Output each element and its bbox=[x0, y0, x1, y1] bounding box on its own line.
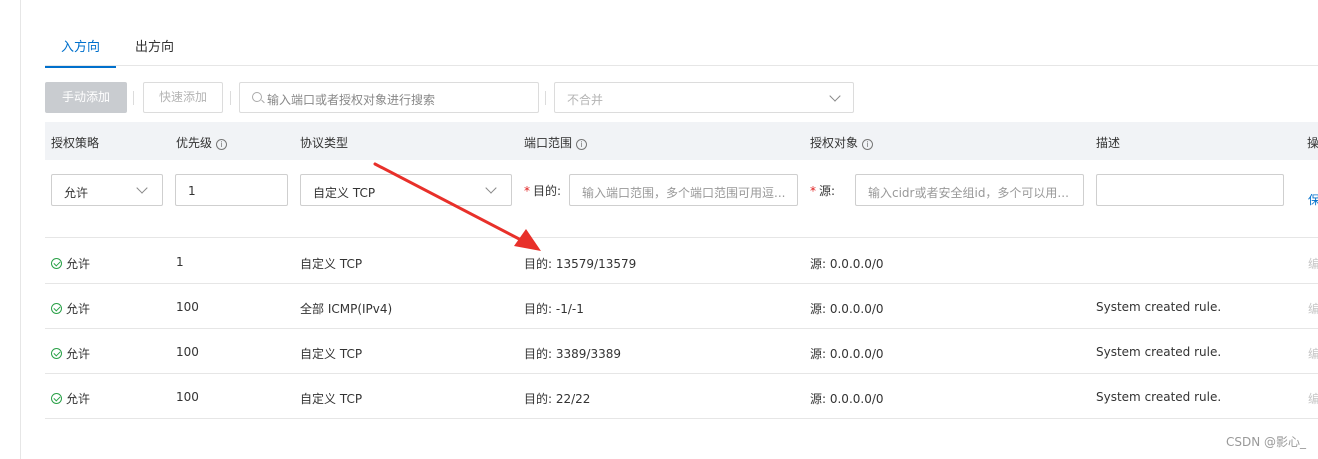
port-cell: 目的: 22/22 bbox=[524, 392, 591, 406]
policy-text: 允许 bbox=[66, 347, 91, 361]
header-priority: 优先级 i bbox=[176, 134, 228, 151]
save-link[interactable]: 保 bbox=[1308, 191, 1318, 208]
table-row: 允许 100 自定义 TCP 目的: 22/22 源: 0.0.0.0/0 Sy… bbox=[45, 374, 1318, 419]
watermark: CSDN @影心_ bbox=[1225, 435, 1306, 449]
merge-select-value: 不合并 bbox=[567, 93, 604, 107]
protocol-cell: 自定义 TCP bbox=[300, 257, 363, 271]
auth-object-input[interactable]: 输入cidr或者安全组id，多个可以用... bbox=[855, 174, 1084, 206]
direction-tabs: 入方向 出方向 bbox=[44, 28, 1318, 68]
table-row: 允许 1 自定义 TCP 目的: 13579/13579 源: 0.0.0.0/… bbox=[45, 239, 1318, 284]
info-icon[interactable]: i bbox=[216, 139, 228, 150]
policy-text: 允许 bbox=[66, 392, 91, 406]
left-divider bbox=[20, 0, 21, 459]
table-header: 授权策略 优先级 i 协议类型 端口范围 i 授权对象 i 描述 操 bbox=[45, 122, 1318, 160]
port-cell: 目的: 3389/3389 bbox=[524, 347, 621, 361]
check-circle-icon bbox=[51, 348, 62, 359]
quick-add-button[interactable]: 快速添加 bbox=[143, 82, 223, 113]
description-input[interactable] bbox=[1096, 174, 1284, 206]
header-protocol: 协议类型 bbox=[300, 136, 349, 150]
dest-label: * 目的: bbox=[524, 184, 562, 198]
header-action: 操 bbox=[1307, 136, 1318, 150]
protocol-cell: 自定义 TCP bbox=[300, 392, 363, 406]
policy-text: 允许 bbox=[66, 257, 91, 271]
policy-select[interactable]: 允许 bbox=[51, 174, 163, 206]
table-row: 允许 100 自定义 TCP 目的: 3389/3389 源: 0.0.0.0/… bbox=[45, 329, 1318, 374]
header-policy: 授权策略 bbox=[51, 136, 100, 150]
tab-outbound[interactable]: 出方向 bbox=[135, 36, 174, 55]
search-icon bbox=[252, 92, 262, 102]
policy-select-value: 允许 bbox=[64, 186, 89, 200]
priority-cell: 1 bbox=[176, 255, 184, 269]
source-cell: 源: 0.0.0.0/0 bbox=[810, 392, 884, 406]
search-input[interactable]: 输入端口或者授权对象进行搜索 bbox=[239, 82, 539, 113]
port-range-input[interactable]: 输入端口范围，多个端口范围可用逗... bbox=[569, 174, 798, 206]
edit-link[interactable]: 编 bbox=[1308, 255, 1318, 272]
toolbar-separator bbox=[133, 91, 134, 105]
priority-cell: 100 bbox=[176, 300, 199, 314]
header-port-range: 端口范围 i bbox=[524, 134, 588, 151]
port-cell: 目的: -1/-1 bbox=[524, 302, 584, 316]
protocol-cell: 全部 ICMP(IPv4) bbox=[300, 302, 393, 316]
protocol-select-value: 自定义 TCP bbox=[313, 186, 376, 200]
toolbar-separator bbox=[230, 91, 231, 105]
dest-label-text: 目的: bbox=[533, 184, 562, 198]
header-description: 描述 bbox=[1096, 136, 1121, 150]
description-cell: System created rule. bbox=[1096, 390, 1222, 404]
table-row: 允许 100 全部 ICMP(IPv4) 目的: -1/-1 源: 0.0.0.… bbox=[45, 284, 1318, 329]
header-auth-object-label: 授权对象 bbox=[810, 136, 859, 150]
priority-cell: 100 bbox=[176, 345, 199, 359]
priority-cell: 100 bbox=[176, 390, 199, 404]
edit-link[interactable]: 编 bbox=[1308, 390, 1318, 407]
source-cell: 源: 0.0.0.0/0 bbox=[810, 257, 884, 271]
protocol-select[interactable]: 自定义 TCP bbox=[300, 174, 512, 206]
policy-text: 允许 bbox=[66, 302, 91, 316]
source-label-text: 源: bbox=[819, 184, 836, 198]
header-priority-label: 优先级 bbox=[176, 136, 213, 150]
chevron-down-icon bbox=[485, 182, 497, 194]
source-label: * 源: bbox=[810, 184, 836, 198]
description-cell: System created rule. bbox=[1096, 345, 1222, 359]
chevron-down-icon bbox=[829, 90, 841, 102]
header-auth-object: 授权对象 i bbox=[810, 134, 874, 151]
port-cell: 目的: 13579/13579 bbox=[524, 257, 637, 271]
check-circle-icon bbox=[51, 393, 62, 404]
priority-input[interactable]: 1 bbox=[175, 174, 288, 206]
chevron-down-icon bbox=[136, 182, 148, 194]
edit-link[interactable]: 编 bbox=[1308, 345, 1318, 362]
manual-add-button[interactable]: 手动添加 bbox=[45, 82, 127, 113]
check-circle-icon bbox=[51, 258, 62, 269]
policy-cell: 允许 bbox=[51, 345, 90, 362]
check-circle-icon bbox=[51, 303, 62, 314]
policy-cell: 允许 bbox=[51, 255, 90, 272]
policy-cell: 允许 bbox=[51, 390, 90, 407]
auth-object-placeholder: 输入cidr或者安全组id，多个可以用... bbox=[868, 186, 1069, 200]
source-cell: 源: 0.0.0.0/0 bbox=[810, 302, 884, 316]
search-placeholder: 输入端口或者授权对象进行搜索 bbox=[267, 93, 436, 107]
toolbar-separator bbox=[545, 91, 546, 105]
info-icon[interactable]: i bbox=[862, 139, 874, 150]
port-range-placeholder: 输入端口范围，多个端口范围可用逗... bbox=[582, 186, 786, 200]
priority-input-value: 1 bbox=[188, 184, 196, 198]
policy-cell: 允许 bbox=[51, 300, 90, 317]
edit-link[interactable]: 编 bbox=[1308, 300, 1318, 317]
merge-select[interactable]: 不合并 bbox=[554, 82, 854, 113]
info-icon[interactable]: i bbox=[576, 139, 588, 150]
description-cell: System created rule. bbox=[1096, 300, 1222, 314]
new-rule-row: 允许 1 自定义 TCP * 目的: 输入端口范围，多个端口范围可用逗... * 源… bbox=[45, 160, 1318, 238]
header-port-range-label: 端口范围 bbox=[524, 136, 573, 150]
protocol-cell: 自定义 TCP bbox=[300, 347, 363, 361]
source-cell: 源: 0.0.0.0/0 bbox=[810, 347, 884, 361]
tab-inbound[interactable]: 入方向 bbox=[44, 36, 117, 68]
